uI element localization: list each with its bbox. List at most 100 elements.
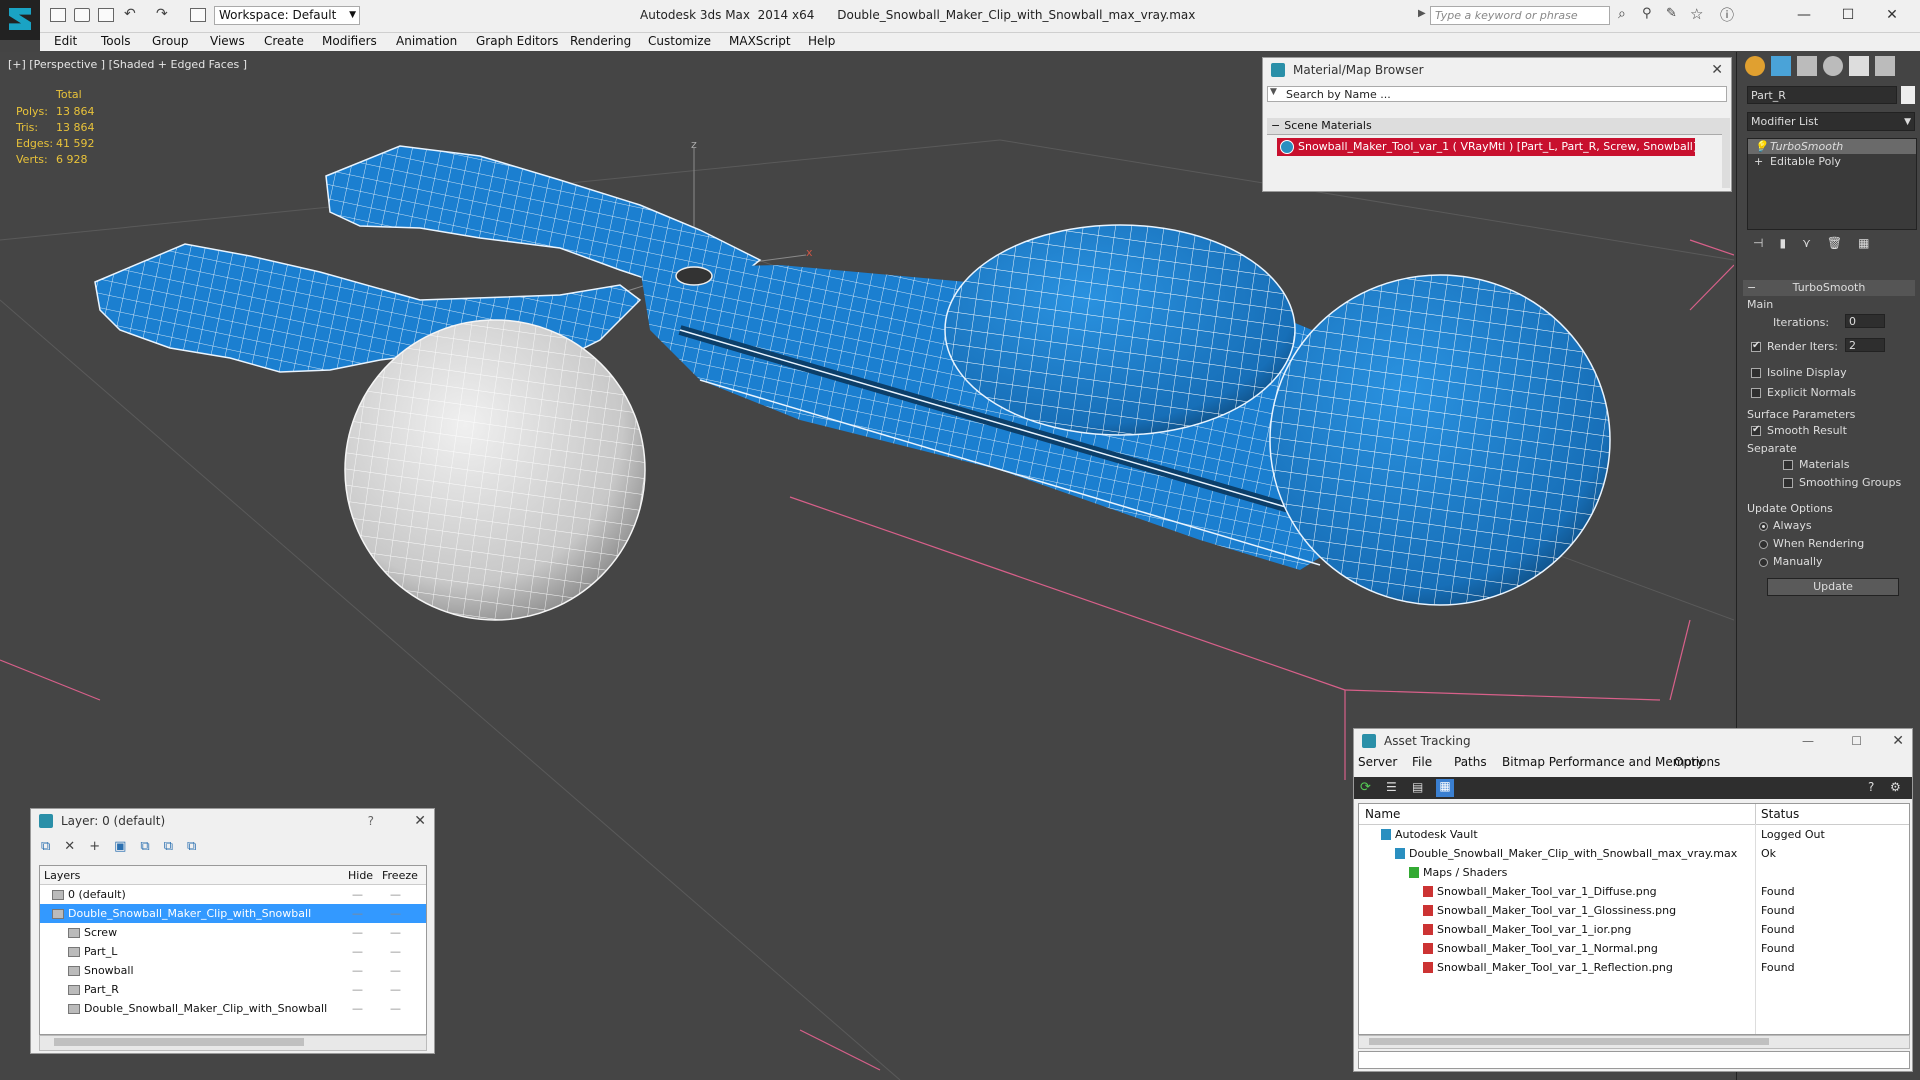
layer-row[interactable]: Double_Snowball_Maker_Clip_with_Snowball… xyxy=(40,904,426,923)
smoothing-groups-checkbox[interactable] xyxy=(1783,478,1793,488)
highlight-selected-icon[interactable]: ⧉ xyxy=(140,839,149,857)
list-view-icon[interactable]: ☰ xyxy=(1386,780,1397,794)
menu-customize[interactable]: Customize xyxy=(648,34,711,48)
thumbnail-view-icon[interactable]: ▤ xyxy=(1412,780,1423,794)
minimize-icon[interactable]: — xyxy=(1802,729,1814,753)
hide-toggle[interactable]: — xyxy=(352,980,363,999)
utilities-tab-icon[interactable] xyxy=(1875,56,1895,76)
material-item[interactable]: Snowball_Maker_Tool_var_1 ( VRayMtl ) [P… xyxy=(1277,138,1695,156)
update-when-rendering-radio[interactable] xyxy=(1759,540,1768,549)
table-view-icon[interactable]: ▦ xyxy=(1436,779,1454,797)
column-layers[interactable]: Layers xyxy=(44,869,80,882)
menu-maxscript[interactable]: MAXScript xyxy=(729,34,791,48)
asset-horizontal-scrollbar[interactable] xyxy=(1358,1035,1910,1049)
motion-tab-icon[interactable] xyxy=(1823,56,1843,76)
select-objects-icon[interactable]: ▣ xyxy=(114,839,126,857)
layer-row[interactable]: Snowball — — xyxy=(40,961,426,980)
project-folder-icon[interactable] xyxy=(190,8,206,22)
asset-row[interactable]: Snowball_Maker_Tool_var_1_ior.png Found xyxy=(1359,920,1909,939)
layer-row[interactable]: Double_Snowball_Maker_Clip_with_Snowball… xyxy=(40,999,426,1018)
freeze-toggle[interactable]: — xyxy=(390,904,401,923)
iterations-spinner[interactable]: 0 xyxy=(1845,314,1885,328)
viewport-label[interactable]: [+] [Perspective ] [Shaded + Edged Faces… xyxy=(8,58,247,71)
turbosmooth-rollout-header[interactable]: − TurboSmooth xyxy=(1743,280,1915,296)
expand-plus-icon[interactable]: + xyxy=(1754,154,1763,169)
object-color-swatch[interactable] xyxy=(1901,86,1915,104)
favorites-star-icon[interactable]: ☆ xyxy=(1690,5,1703,23)
menu-graph-editors[interactable]: Graph Editors xyxy=(476,34,558,48)
render-iters-checkbox[interactable] xyxy=(1751,340,1761,352)
layer-row[interactable]: 0 (default) — — xyxy=(40,885,426,904)
freeze-toggle[interactable]: — xyxy=(390,961,401,980)
binoculars-icon[interactable]: ⌕ xyxy=(1618,6,1626,22)
menu-group[interactable]: Group xyxy=(152,34,189,48)
configure-sets-icon[interactable]: ▦ xyxy=(1858,236,1869,254)
help-icon[interactable]: ? xyxy=(1868,780,1874,794)
menu-help[interactable]: Help xyxy=(808,34,835,48)
menu-rendering[interactable]: Rendering xyxy=(570,34,631,48)
redo-icon[interactable]: ↷ xyxy=(156,6,168,22)
asset-row[interactable]: Snowball_Maker_Tool_var_1_Diffuse.png Fou… xyxy=(1359,882,1909,901)
layer-panel-titlebar[interactable]: Layer: 0 (default) ? ✕ xyxy=(31,809,434,833)
render-iters-spinner[interactable]: 2 xyxy=(1845,338,1885,352)
asset-tracking-titlebar[interactable]: Asset Tracking — ☐ ✕ xyxy=(1354,729,1912,753)
freeze-toggle[interactable]: — xyxy=(390,942,401,961)
help-button[interactable]: ? xyxy=(368,809,374,833)
menu-views[interactable]: Views xyxy=(210,34,245,48)
close-button[interactable]: ✕ xyxy=(1874,4,1910,26)
column-hide[interactable]: Hide xyxy=(348,869,373,882)
new-file-icon[interactable] xyxy=(50,8,66,22)
column-name[interactable]: Name xyxy=(1365,807,1400,821)
workspace-dropdown[interactable]: Workspace: Default ▼ xyxy=(214,6,360,25)
asset-row[interactable]: Double_Snowball_Maker_Clip_with_Snowball… xyxy=(1359,844,1909,863)
freeze-all-icon[interactable]: ⧉ xyxy=(187,839,196,857)
open-file-icon[interactable] xyxy=(74,8,90,22)
material-browser-scrollbar[interactable] xyxy=(1722,118,1730,188)
freeze-toggle[interactable]: — xyxy=(390,923,401,942)
hide-toggle[interactable]: — xyxy=(352,885,363,904)
layer-row[interactable]: Part_L — — xyxy=(40,942,426,961)
material-search-field[interactable]: ▼ Search by Name ... xyxy=(1267,86,1727,102)
app-logo-icon[interactable] xyxy=(0,0,40,40)
layer-row[interactable]: Part_R — — xyxy=(40,980,426,999)
lightbulb-icon[interactable]: 💡 xyxy=(1754,139,1768,154)
close-icon[interactable]: ✕ xyxy=(1892,729,1904,753)
layer-row[interactable]: Screw — — xyxy=(40,923,426,942)
maximize-icon[interactable]: ☐ xyxy=(1851,729,1862,753)
undo-icon[interactable]: ↶ xyxy=(124,6,136,22)
asset-path-field[interactable] xyxy=(1358,1051,1910,1069)
menu-file[interactable]: File xyxy=(1412,755,1432,769)
menu-options[interactable]: Options xyxy=(1674,755,1720,769)
show-end-result-icon[interactable]: ▮ xyxy=(1779,236,1786,254)
menu-server[interactable]: Server xyxy=(1358,755,1397,769)
menu-tools[interactable]: Tools xyxy=(101,34,131,48)
menu-edit[interactable]: Edit xyxy=(54,34,77,48)
asset-row[interactable]: Maps / Shaders xyxy=(1359,863,1909,882)
refresh-icon[interactable]: ⟳ xyxy=(1360,780,1371,795)
separate-materials-checkbox[interactable] xyxy=(1783,460,1793,470)
layer-horizontal-scrollbar[interactable] xyxy=(39,1035,427,1051)
hierarchy-tab-icon[interactable] xyxy=(1797,56,1817,76)
menu-create[interactable]: Create xyxy=(264,34,304,48)
hide-toggle[interactable]: — xyxy=(352,961,363,980)
hide-toggle[interactable]: — xyxy=(352,923,363,942)
isoline-checkbox[interactable] xyxy=(1751,368,1761,378)
modify-tab-icon[interactable] xyxy=(1771,56,1791,76)
create-layer-icon[interactable]: ⧉ xyxy=(41,839,50,857)
hide-toggle[interactable]: — xyxy=(352,904,363,923)
delete-layer-icon[interactable]: ✕ xyxy=(64,839,75,857)
expand-arrow-icon[interactable]: ▶ xyxy=(1418,8,1426,19)
hide-toggle[interactable]: — xyxy=(352,942,363,961)
subscription-icon[interactable]: ✎ xyxy=(1666,6,1677,21)
freeze-toggle[interactable]: — xyxy=(390,885,401,904)
menu-modifiers[interactable]: Modifiers xyxy=(322,34,377,48)
search-options-icon[interactable]: ▼ xyxy=(1270,87,1277,97)
pin-stack-icon[interactable]: ⊣ xyxy=(1753,236,1763,254)
menu-paths[interactable]: Paths xyxy=(1454,755,1487,769)
add-to-layer-icon[interactable]: + xyxy=(89,839,100,857)
minimize-button[interactable]: — xyxy=(1786,4,1822,26)
freeze-toggle[interactable]: — xyxy=(390,999,401,1018)
save-file-icon[interactable] xyxy=(98,8,114,22)
scene-materials-header[interactable]: − Scene Materials xyxy=(1267,118,1722,135)
modifier-list-dropdown[interactable]: Modifier List ▼ xyxy=(1747,112,1915,131)
